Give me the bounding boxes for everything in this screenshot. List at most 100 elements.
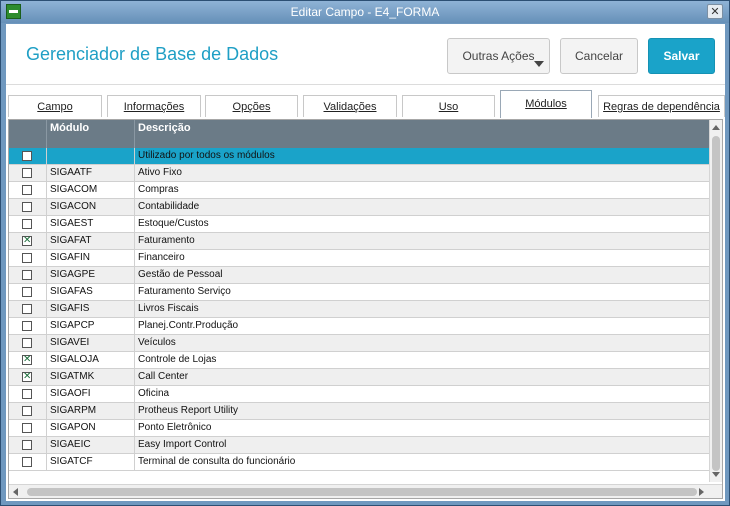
row-check-cell[interactable]: ✕	[9, 369, 47, 385]
column-header-check[interactable]	[9, 120, 47, 148]
row-checkbox[interactable]	[22, 338, 32, 348]
table-row[interactable]: SIGAATF Ativo Fixo	[9, 165, 709, 182]
row-check-cell[interactable]	[9, 199, 47, 215]
description-cell: Financeiro	[138, 252, 185, 263]
row-checkbox[interactable]	[22, 168, 32, 178]
column-header-description[interactable]: Descrição	[135, 120, 709, 148]
vertical-scrollbar[interactable]	[709, 120, 722, 482]
table-row[interactable]: ✕ SIGATMK Call Center	[9, 369, 709, 386]
window-title: Editar Campo - E4_FORMA	[290, 5, 440, 19]
table-row[interactable]: SIGATCF Terminal de consulta do funcionár…	[9, 454, 709, 471]
table-row[interactable]: SIGACOM Compras	[9, 182, 709, 199]
title-bar[interactable]: Editar Campo - E4_FORMA ✕	[1, 1, 729, 23]
scroll-down-icon[interactable]	[712, 472, 720, 477]
module-cell: SIGATMK	[47, 369, 135, 385]
row-check-cell[interactable]	[9, 148, 47, 164]
row-check-cell[interactable]	[9, 454, 47, 470]
module-cell: SIGACOM	[47, 182, 135, 198]
table-row[interactable]: SIGAEIC Easy Import Control	[9, 437, 709, 454]
table-row[interactable]: SIGAPCP Planej.Contr.Produção	[9, 318, 709, 335]
table-row[interactable]: SIGARPM Protheus Report Utility	[9, 403, 709, 420]
table-row[interactable]: SIGAFAS Faturamento Serviço	[9, 284, 709, 301]
description-cell: Faturamento Serviço	[138, 286, 231, 297]
table-row[interactable]: SIGACON Contabilidade	[9, 199, 709, 216]
description-cell: Livros Fiscais	[138, 303, 199, 314]
horizontal-scrollbar[interactable]	[9, 484, 722, 498]
row-checkbox[interactable]	[22, 219, 32, 229]
grid-header: Módulo Descrição	[9, 120, 709, 148]
table-row[interactable]: SIGAFIS Livros Fiscais	[9, 301, 709, 318]
table-row[interactable]: SIGAFIN Financeiro	[9, 250, 709, 267]
table-row[interactable]: SIGAGPE Gestão de Pessoal	[9, 267, 709, 284]
table-row[interactable]: ✕ SIGALOJA Controle de Lojas	[9, 352, 709, 369]
row-checkbox[interactable]	[22, 457, 32, 467]
row-check-cell[interactable]	[9, 420, 47, 436]
scroll-left-icon[interactable]	[13, 488, 18, 496]
row-checkbox[interactable]	[22, 406, 32, 416]
module-cell: SIGAGPE	[47, 267, 135, 283]
row-checkbox[interactable]: ✕	[22, 355, 32, 365]
row-checkbox[interactable]	[22, 304, 32, 314]
row-checkbox[interactable]	[22, 423, 32, 433]
description-cell: Estoque/Custos	[138, 218, 209, 229]
table-row[interactable]: SIGAVEI Veículos	[9, 335, 709, 352]
tab-uso[interactable]: Uso	[402, 95, 495, 117]
dialog-window: Editar Campo - E4_FORMA ✕ Gerenciador de…	[0, 0, 730, 506]
row-checkbox[interactable]	[22, 185, 32, 195]
row-check-cell[interactable]	[9, 182, 47, 198]
module-cell: SIGAPON	[47, 420, 135, 436]
description-cell: Planej.Contr.Produção	[138, 320, 239, 331]
close-button[interactable]: ✕	[707, 4, 723, 19]
other-actions-button[interactable]: Outras Ações	[447, 38, 550, 74]
row-checkbox[interactable]	[22, 287, 32, 297]
description-cell: Easy Import Control	[138, 439, 227, 450]
tab-validacoes[interactable]: Validações	[303, 95, 397, 117]
description-cell: Terminal de consulta do funcionário	[138, 456, 296, 467]
table-row[interactable]: ✕ SIGAFAT Faturamento	[9, 233, 709, 250]
module-cell	[47, 148, 135, 164]
row-check-cell[interactable]	[9, 335, 47, 351]
scroll-right-icon[interactable]	[699, 488, 704, 496]
table-row[interactable]: SIGAPON Ponto Eletrônico	[9, 420, 709, 437]
row-check-cell[interactable]	[9, 267, 47, 283]
description-cell: Utilizado por todos os módulos	[138, 150, 275, 161]
tab-bar: Campo Informações Opções Validações Uso …	[6, 90, 725, 118]
row-checkbox[interactable]: ✕	[22, 236, 32, 246]
column-header-module[interactable]: Módulo	[47, 120, 135, 148]
row-checkbox[interactable]: ✕	[22, 372, 32, 382]
row-checkbox[interactable]	[22, 270, 32, 280]
horizontal-scroll-thumb[interactable]	[27, 488, 697, 496]
row-checkbox[interactable]	[22, 321, 32, 331]
row-checkbox[interactable]	[22, 440, 32, 450]
tab-modulos[interactable]: Módulos	[500, 90, 592, 118]
row-checkbox[interactable]	[22, 253, 32, 263]
row-checkbox[interactable]	[22, 202, 32, 212]
description-cell: Gestão de Pessoal	[138, 269, 223, 280]
modules-grid: Módulo Descrição Utilizado por todos os …	[8, 119, 723, 499]
row-check-cell[interactable]	[9, 250, 47, 266]
tab-campo[interactable]: Campo	[8, 95, 102, 117]
cancel-button[interactable]: Cancelar	[560, 38, 638, 74]
row-check-cell[interactable]	[9, 284, 47, 300]
row-check-cell[interactable]: ✕	[9, 352, 47, 368]
row-check-cell[interactable]	[9, 165, 47, 181]
row-check-cell[interactable]	[9, 386, 47, 402]
module-cell: SIGAFAS	[47, 284, 135, 300]
row-check-cell[interactable]	[9, 403, 47, 419]
row-check-cell[interactable]: ✕	[9, 233, 47, 249]
tab-opcoes[interactable]: Opções	[205, 95, 298, 117]
row-checkbox[interactable]	[22, 389, 32, 399]
table-row[interactable]: SIGAOFI Oficina	[9, 386, 709, 403]
row-check-cell[interactable]	[9, 437, 47, 453]
tab-informacoes[interactable]: Informações	[107, 95, 201, 117]
row-check-cell[interactable]	[9, 318, 47, 334]
table-row[interactable]: SIGAEST Estoque/Custos	[9, 216, 709, 233]
save-button[interactable]: Salvar	[648, 38, 715, 74]
row-checkbox[interactable]	[22, 151, 32, 161]
row-check-cell[interactable]	[9, 216, 47, 232]
tab-regras-de-dependencia[interactable]: Regras de dependência	[598, 95, 725, 117]
table-row[interactable]: Utilizado por todos os módulos	[9, 148, 709, 165]
scroll-up-icon[interactable]	[712, 125, 720, 130]
vertical-scroll-thumb[interactable]	[712, 136, 720, 471]
row-check-cell[interactable]	[9, 301, 47, 317]
